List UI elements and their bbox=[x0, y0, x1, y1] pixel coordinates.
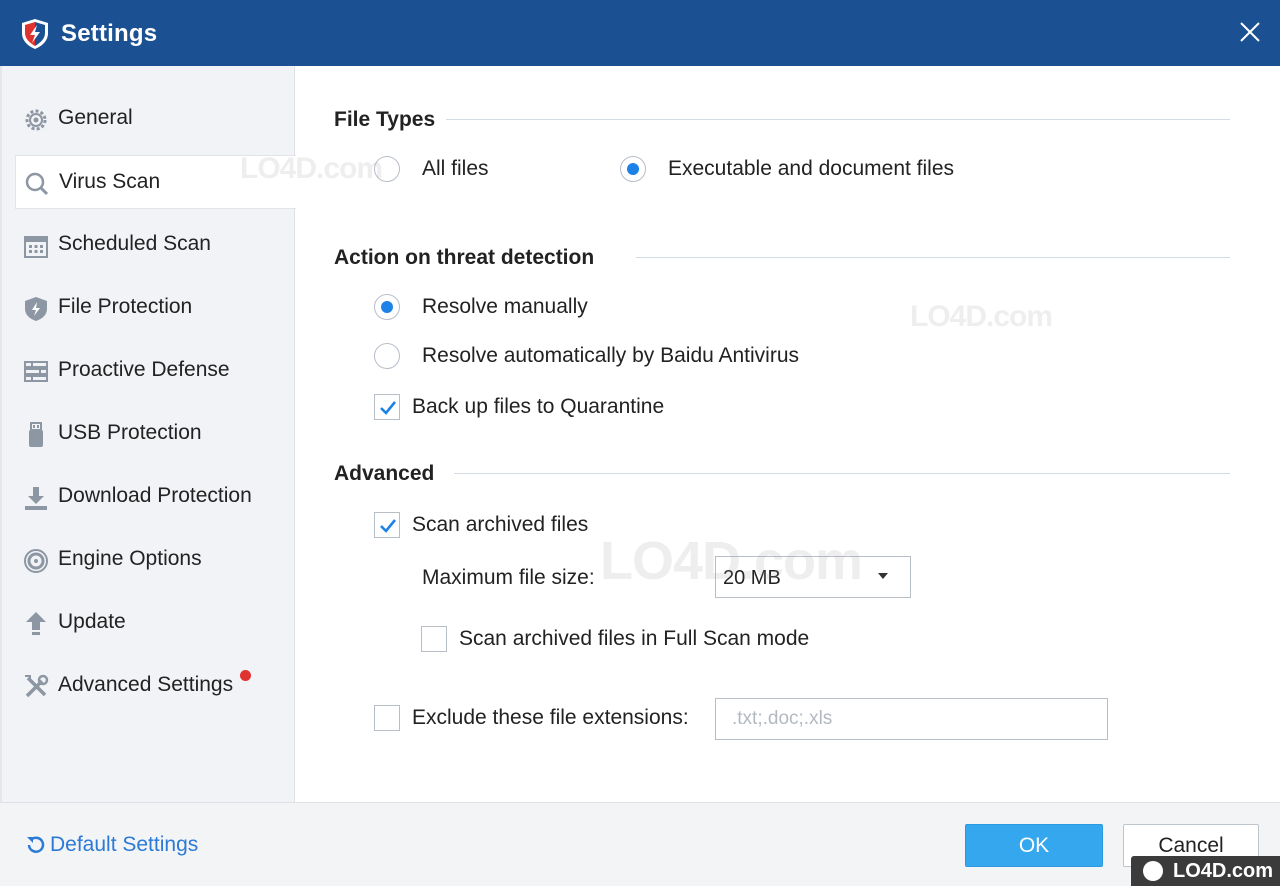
radio-button[interactable] bbox=[620, 156, 646, 182]
exclude-extensions-input[interactable] bbox=[715, 698, 1108, 740]
usb-icon bbox=[29, 422, 43, 447]
radio-label: Executable and document files bbox=[668, 157, 955, 180]
dropdown-value: 20 MB bbox=[723, 567, 781, 589]
sidebar-item-general[interactable]: General bbox=[2, 92, 295, 146]
checkbox-label: Back up files to Quarantine bbox=[412, 395, 665, 418]
radio-executable-document-files[interactable]: Executable and document files bbox=[620, 156, 954, 182]
sidebar-item-label: General bbox=[58, 106, 133, 129]
sidebar-item-label: Update bbox=[58, 610, 126, 633]
sidebar-item-advanced-settings[interactable]: Advanced Settings bbox=[2, 659, 295, 713]
checkbox-full-scan-archived[interactable]: Scan archived files in Full Scan mode bbox=[421, 626, 809, 652]
radio-button[interactable] bbox=[374, 343, 400, 369]
download-icon bbox=[25, 487, 47, 510]
sidebar-item-download-protection[interactable]: Download Protection bbox=[2, 470, 295, 524]
calendar-icon bbox=[24, 236, 48, 258]
sidebar-item-label: USB Protection bbox=[58, 421, 202, 444]
radio-resolve-manually[interactable]: Resolve manually bbox=[374, 294, 588, 320]
divider bbox=[446, 119, 1230, 120]
firewall-icon bbox=[24, 361, 48, 382]
checkbox-label: Exclude these file extensions: bbox=[412, 706, 689, 729]
default-settings-link[interactable]: Default Settings bbox=[24, 833, 198, 857]
sidebar-item-update[interactable]: Update bbox=[2, 596, 295, 650]
watermark-badge-text: LO4D.com bbox=[1173, 860, 1274, 882]
sidebar-item-label: Proactive Defense bbox=[58, 358, 230, 381]
checkbox-label: Scan archived files bbox=[412, 513, 589, 536]
footer: Default Settings OK Cancel bbox=[0, 802, 1280, 886]
sidebar-item-label: Advanced Settings bbox=[58, 673, 234, 696]
radio-all-files[interactable]: All files bbox=[374, 156, 489, 182]
upload-arrow-icon bbox=[26, 612, 46, 635]
default-settings-label: Default Settings bbox=[50, 833, 199, 856]
checkbox[interactable] bbox=[421, 626, 447, 652]
max-file-size-label: Maximum file size: bbox=[422, 566, 595, 589]
title-bar: Settings bbox=[0, 0, 1280, 66]
checkbox-backup-quarantine[interactable]: Back up files to Quarantine bbox=[374, 394, 664, 420]
sidebar-item-virus-scan[interactable]: Virus Scan bbox=[15, 155, 297, 209]
sidebar-item-label: Download Protection bbox=[58, 484, 252, 507]
chevron-down-icon bbox=[878, 573, 888, 579]
sidebar-item-label: Engine Options bbox=[58, 547, 202, 570]
search-icon bbox=[25, 172, 49, 196]
section-title-file-types: File Types bbox=[334, 108, 446, 132]
radio-resolve-automatically[interactable]: Resolve automatically by Baidu Antivirus bbox=[374, 343, 799, 369]
radio-label: Resolve manually bbox=[422, 295, 588, 318]
section-title-threat-action: Action on threat detection bbox=[334, 246, 605, 270]
window-title: Settings bbox=[61, 20, 158, 47]
reset-icon bbox=[27, 836, 45, 853]
settings-panel: File Types All files Executable and docu… bbox=[296, 66, 1280, 802]
max-file-size-select[interactable]: 20 MB bbox=[715, 556, 911, 598]
checkbox-scan-archived[interactable]: Scan archived files bbox=[374, 512, 588, 538]
watermark-logo-icon bbox=[1143, 861, 1163, 881]
sidebar-item-scheduled-scan[interactable]: Scheduled Scan bbox=[2, 218, 295, 272]
radio-label: All files bbox=[422, 157, 489, 180]
engine-icon bbox=[24, 549, 48, 573]
close-icon[interactable] bbox=[1234, 16, 1266, 48]
sidebar: General Virus Scan Scheduled Scan File P… bbox=[0, 66, 297, 802]
shield-lightning-icon bbox=[22, 19, 48, 49]
checkbox[interactable] bbox=[374, 705, 400, 731]
gear-icon bbox=[25, 109, 47, 131]
section-title-advanced: Advanced bbox=[334, 462, 445, 486]
sidebar-item-engine-options[interactable]: Engine Options bbox=[2, 533, 295, 587]
checkmark-icon bbox=[380, 401, 397, 415]
sidebar-item-label: File Protection bbox=[58, 295, 193, 318]
watermark-badge: LO4D.com bbox=[1131, 856, 1280, 886]
shield-icon bbox=[25, 297, 47, 321]
sidebar-item-proactive-defense[interactable]: Proactive Defense bbox=[2, 344, 295, 398]
sidebar-item-usb-protection[interactable]: USB Protection bbox=[2, 407, 295, 461]
divider bbox=[636, 257, 1230, 258]
radio-label: Resolve automatically by Baidu Antivirus bbox=[422, 344, 800, 367]
radio-button[interactable] bbox=[374, 156, 400, 182]
checkbox-label: Scan archived files in Full Scan mode bbox=[459, 627, 810, 650]
checkbox[interactable] bbox=[374, 512, 400, 538]
tools-icon bbox=[25, 674, 49, 698]
checkbox[interactable] bbox=[374, 394, 400, 420]
divider bbox=[454, 473, 1230, 474]
notification-dot bbox=[240, 670, 251, 681]
ok-button[interactable]: OK bbox=[965, 824, 1103, 867]
sidebar-item-label: Virus Scan bbox=[59, 170, 161, 193]
checkmark-icon bbox=[380, 519, 397, 533]
checkbox-exclude-extensions[interactable]: Exclude these file extensions: bbox=[374, 705, 689, 731]
radio-button[interactable] bbox=[374, 294, 400, 320]
sidebar-item-file-protection[interactable]: File Protection bbox=[2, 281, 295, 335]
sidebar-item-label: Scheduled Scan bbox=[58, 232, 211, 255]
